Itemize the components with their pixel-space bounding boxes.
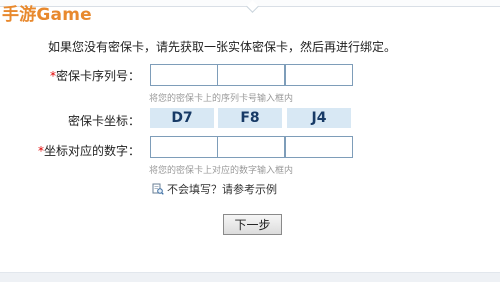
help-link-text[interactable]: 不会填写？请参考示例 bbox=[167, 181, 277, 197]
coord-cell-2: F8 bbox=[218, 108, 282, 128]
document-search-icon bbox=[152, 183, 164, 195]
digits-label-text: 坐标对应的数字： bbox=[43, 144, 140, 158]
coords-label: 密保卡坐标： bbox=[67, 114, 140, 128]
serial-input-1[interactable] bbox=[150, 64, 218, 86]
next-step-button[interactable]: 下一步 bbox=[223, 214, 282, 235]
serial-label-text: 密保卡序列号： bbox=[55, 69, 140, 83]
coord-cell-1: D7 bbox=[150, 108, 214, 128]
help-link[interactable]: 不会填写？请参考示例 bbox=[152, 181, 277, 197]
serial-input-2[interactable] bbox=[217, 64, 285, 86]
digit-input-2[interactable] bbox=[217, 136, 285, 158]
digit-input-3[interactable] bbox=[285, 136, 353, 158]
digits-hint: 将您的密保卡上对应的数字输入框内 bbox=[149, 166, 294, 176]
coord-cell-3: J4 bbox=[287, 108, 351, 128]
serial-input-3[interactable] bbox=[285, 64, 353, 86]
digit-input-1[interactable] bbox=[150, 136, 218, 158]
serial-label: *密保卡序列号： bbox=[0, 67, 140, 84]
serial-hint: 将您的密保卡上的序列卡号输入框内 bbox=[149, 94, 294, 104]
brand-watermark: 手游Game bbox=[2, 5, 92, 25]
instruction-text: 如果您没有密保卡，请先获取一张实体密保卡，然后再进行绑定。 bbox=[48, 40, 397, 54]
digits-label: *坐标对应的数字： bbox=[0, 142, 140, 159]
